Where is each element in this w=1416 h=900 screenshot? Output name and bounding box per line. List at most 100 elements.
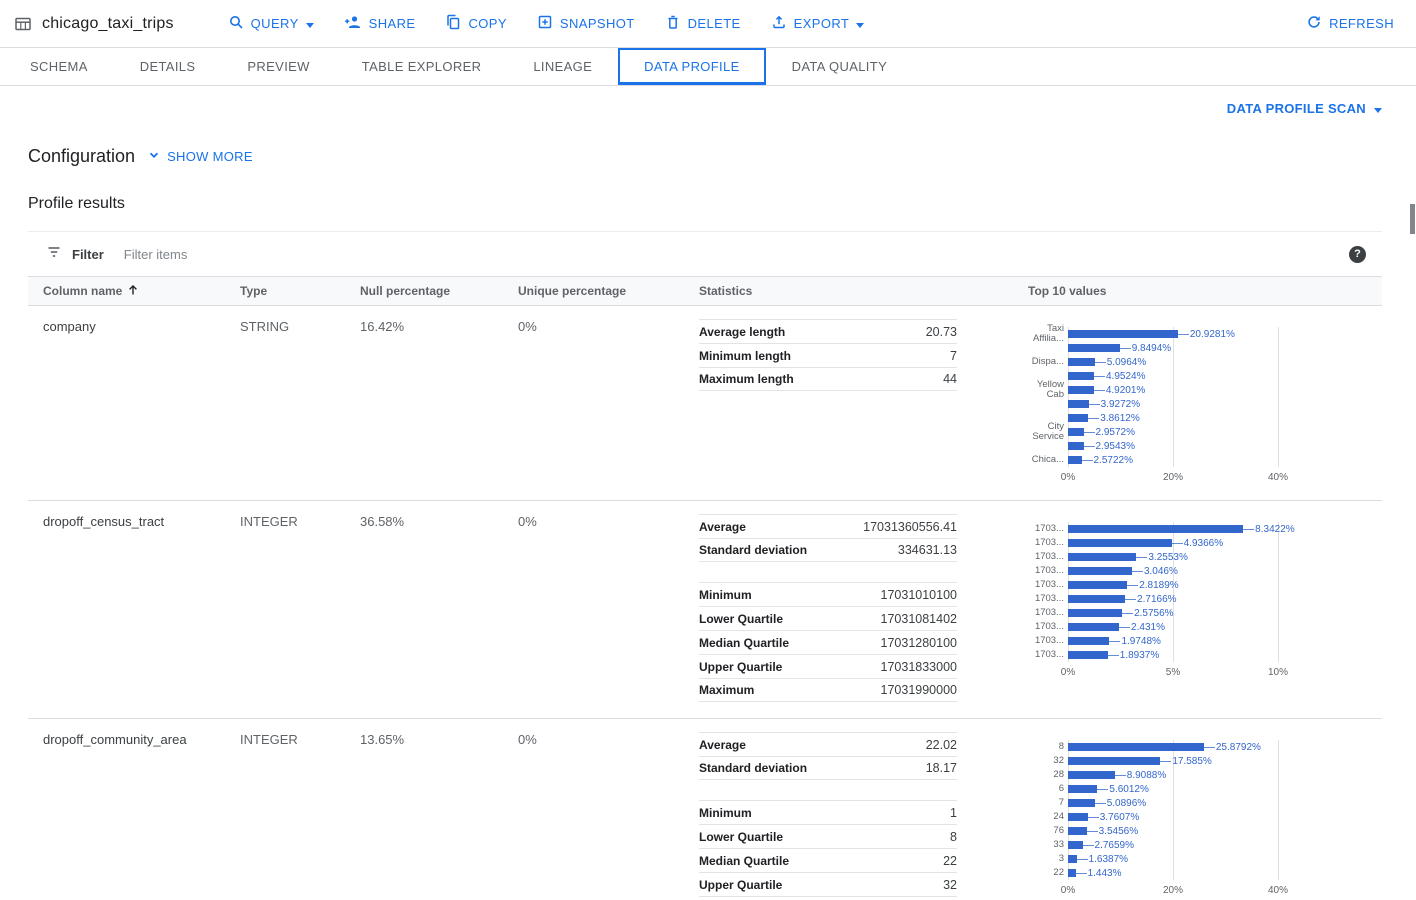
- chart-bar: [1068, 539, 1172, 547]
- tab-details[interactable]: DETAILS: [114, 48, 222, 85]
- column-type-cell: STRING: [240, 316, 360, 484]
- data-profile-scan-button[interactable]: DATA PROFILE SCAN: [1227, 101, 1382, 116]
- column-name-cell: dropoff_community_area: [43, 729, 240, 900]
- chart-bar: [1068, 567, 1132, 575]
- stat-row: Maximum length44: [699, 367, 957, 391]
- chart-bar-row: 75.0896%: [1028, 796, 1348, 810]
- tab-data-quality[interactable]: DATA QUALITY: [766, 48, 913, 85]
- chart-axis-tick: 0%: [1061, 667, 1075, 678]
- chart-leader-line: [1095, 362, 1106, 363]
- data-profile-scan-label: DATA PROFILE SCAN: [1227, 101, 1366, 116]
- chart-bar-row: 288.9088%: [1028, 768, 1348, 782]
- chart-leader-line: [1125, 599, 1136, 600]
- header-statistics: Statistics: [699, 284, 1028, 298]
- header-column-name[interactable]: Column name: [43, 284, 240, 299]
- unique-percentage-cell: 0%: [518, 729, 699, 900]
- delete-button-label: DELETE: [688, 16, 741, 31]
- query-button-label: QUERY: [251, 16, 299, 31]
- profile-table-body: company STRING 16.42% 0% Average length2…: [28, 306, 1382, 900]
- stat-label: Average: [699, 738, 746, 752]
- chart-value-label: 1.443%: [1088, 868, 1122, 879]
- chart-leader-line: [1077, 859, 1088, 860]
- share-button[interactable]: SHARE: [344, 14, 416, 33]
- stats-group: Average22.02Standard deviation18.17: [699, 732, 957, 780]
- help-icon[interactable]: ?: [1349, 246, 1366, 263]
- chart-category-label: Dispa...: [1028, 357, 1064, 367]
- chart-value-label: 2.9543%: [1096, 441, 1135, 452]
- chart-bar: [1068, 651, 1108, 659]
- stats: Average22.02Standard deviation18.17 Minim…: [699, 729, 1028, 900]
- tab-lineage[interactable]: LINEAGE: [507, 48, 618, 85]
- chart-leader-line: [1095, 803, 1106, 804]
- stats-group: Average length20.73Minimum length7Maximu…: [699, 319, 957, 391]
- chart-category-label: 3: [1028, 854, 1064, 864]
- chart-value-label: 5.6012%: [1109, 784, 1148, 795]
- export-button[interactable]: EXPORT: [771, 14, 865, 33]
- stat-row: Average17031360556.41: [699, 514, 957, 538]
- chart-leader-line: [1243, 529, 1254, 530]
- chart-value-label: 3.2553%: [1148, 552, 1187, 563]
- top-values-chart: Taxi Affilia...20.9281%9.8494%Dispa...5.…: [1028, 320, 1348, 484]
- stat-row: Average22.02: [699, 732, 957, 756]
- chart-leader-line: [1120, 348, 1131, 349]
- stats-group: Minimum1Lower Quartile8Median Quartile22…: [699, 800, 957, 900]
- chart-bar: [1068, 841, 1083, 849]
- chart-leader-line: [1076, 873, 1087, 874]
- chart-bar: [1068, 372, 1094, 380]
- header-unique-percentage[interactable]: Unique percentage: [518, 284, 699, 298]
- stat-value: 17031010100: [881, 588, 957, 602]
- chart-value-label: 1.9748%: [1121, 636, 1160, 647]
- chart-category-label: 1703...: [1028, 538, 1064, 548]
- chart-value-label: 2.7166%: [1137, 594, 1176, 605]
- snapshot-button[interactable]: SNAPSHOT: [537, 14, 635, 33]
- stat-row: Median Quartile22: [699, 848, 957, 872]
- chart-leader-line: [1084, 446, 1095, 447]
- profile-results-table: Filter ? Column name Type Null percentag…: [28, 231, 1382, 900]
- chart-bar: [1068, 771, 1115, 779]
- chart-leader-line: [1087, 831, 1098, 832]
- stat-row: Maximum77: [699, 896, 957, 900]
- chart-bar: [1068, 525, 1243, 533]
- column-type: INTEGER: [240, 732, 298, 747]
- null-percentage: 36.58%: [360, 514, 404, 529]
- tab-preview[interactable]: PREVIEW: [221, 48, 335, 85]
- chart-value-label: 20.9281%: [1190, 329, 1235, 340]
- filter-bar: Filter ?: [28, 232, 1382, 276]
- chart-axis-tick: 0%: [1061, 885, 1075, 896]
- query-button[interactable]: QUERY: [228, 14, 314, 33]
- stat-row: Upper Quartile17031833000: [699, 654, 957, 678]
- chart-value-label: 8.3422%: [1255, 524, 1294, 535]
- chart-category-label: 1703...: [1028, 608, 1064, 618]
- column-name: dropoff_census_tract: [43, 514, 164, 529]
- header-null-percentage[interactable]: Null percentage: [360, 284, 518, 298]
- chart-value-label: 2.5756%: [1134, 608, 1173, 619]
- chart-leader-line: [1178, 334, 1189, 335]
- stat-value: 18.17: [926, 761, 957, 775]
- show-more-button[interactable]: SHOW MORE: [147, 148, 253, 165]
- chart-leader-line: [1097, 789, 1108, 790]
- filter-icon: [46, 244, 62, 265]
- chart-leader-line: [1122, 613, 1133, 614]
- stat-row: Minimum 1: [699, 800, 957, 824]
- stat-label: Lower Quartile: [699, 612, 783, 626]
- chart-x-axis: 0%20%40%: [1068, 885, 1278, 897]
- chart-bar-row: 1703...4.9366%: [1028, 536, 1348, 550]
- tab-table-explorer[interactable]: TABLE EXPLORER: [336, 48, 508, 85]
- stat-label: Median Quartile: [699, 854, 789, 868]
- tab-schema[interactable]: SCHEMA: [4, 48, 114, 85]
- stat-value: 44: [943, 372, 957, 386]
- refresh-button[interactable]: REFRESH: [1306, 14, 1394, 33]
- tab-data-profile[interactable]: DATA PROFILE: [618, 48, 765, 85]
- delete-button[interactable]: DELETE: [665, 14, 741, 33]
- copy-icon: [445, 14, 461, 33]
- stat-value: 1: [950, 806, 957, 820]
- stat-label: Minimum: [699, 806, 752, 820]
- chart-x-axis: 0%20%40%: [1068, 472, 1278, 484]
- stats-group: Average17031360556.41Standard deviation3…: [699, 514, 957, 562]
- header-type[interactable]: Type: [240, 284, 360, 298]
- scrollbar-thumb[interactable]: [1410, 204, 1415, 234]
- copy-button[interactable]: COPY: [445, 14, 506, 33]
- stat-value: 17031360556.41: [863, 520, 957, 534]
- filter-items-input[interactable]: [124, 247, 1349, 262]
- chart-bar-row: Dispa...5.0964%: [1028, 355, 1348, 369]
